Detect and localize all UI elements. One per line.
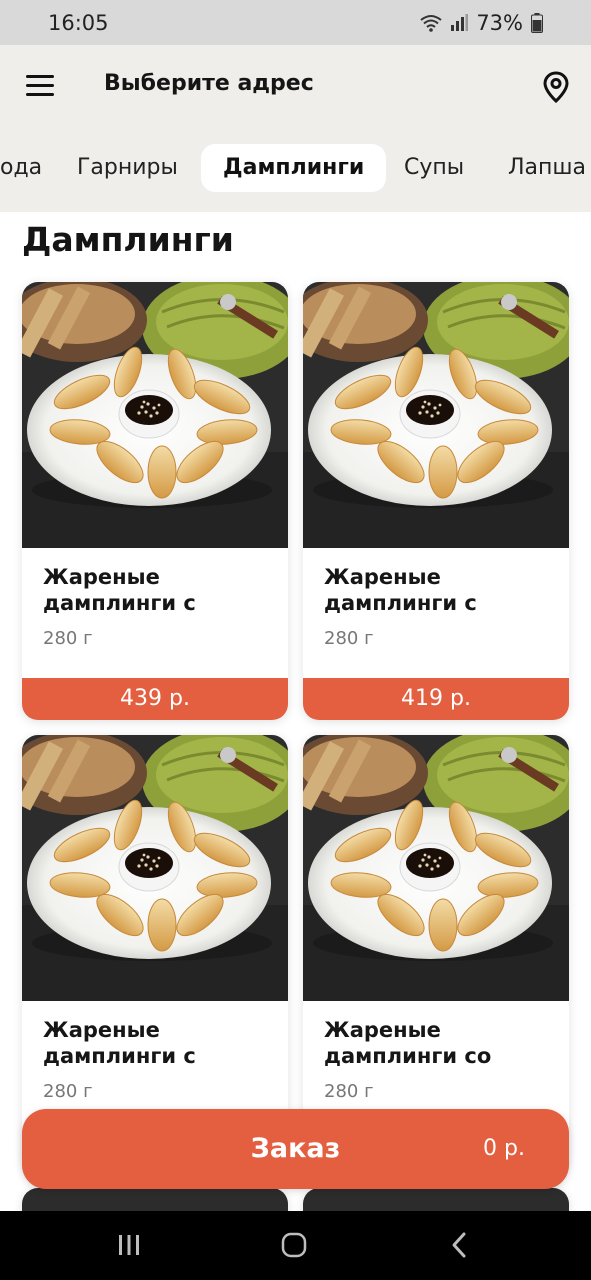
product-card[interactable]: Жареные дамплинги с 280 г 419 р. <box>303 282 569 720</box>
hamburger-icon[interactable] <box>26 75 54 97</box>
back-icon[interactable] <box>448 1231 472 1259</box>
address-selector[interactable]: Выберите адрес <box>104 71 314 96</box>
product-name: Жареные дамплинги с <box>324 565 477 615</box>
wifi-icon <box>420 14 442 32</box>
section-title: Дамплинги <box>22 220 234 259</box>
tab-garnish[interactable]: Гарниры <box>55 144 200 192</box>
product-image <box>22 735 288 1001</box>
product-card[interactable]: Жареные дамплинги с 280 г 439 р. <box>22 282 288 720</box>
tab-noodles[interactable]: Лапша <box>486 144 591 192</box>
product-card[interactable]: Жареные дамплинги со 280 г <box>303 735 569 1173</box>
order-button[interactable]: Заказ 0 р. <box>22 1109 569 1189</box>
recents-icon[interactable] <box>117 1231 141 1259</box>
app-screen: 16:05 73% Выберите адрес ода Гарниры Дам… <box>0 0 591 1280</box>
header-row: Выберите адрес <box>0 45 591 127</box>
product-image <box>303 282 569 548</box>
product-card[interactable]: Жареные дамплинги с 280 г <box>22 735 288 1173</box>
map-pin-icon[interactable] <box>542 71 570 103</box>
tab-soups[interactable]: Супы <box>382 144 486 192</box>
battery-icon <box>531 12 543 33</box>
signal-icon <box>451 13 469 31</box>
status-time: 16:05 <box>48 10 109 35</box>
product-name: Жареные дамплинги со <box>324 1018 492 1068</box>
system-nav-bar <box>0 1211 591 1280</box>
tab-dumplings[interactable]: Дамплинги <box>201 144 387 192</box>
app-header: Выберите адрес ода Гарниры Дамплинги Суп… <box>0 45 591 212</box>
price-button[interactable]: 439 р. <box>22 678 288 720</box>
product-weight: 280 г <box>43 628 93 649</box>
category-tabs: ода Гарниры Дамплинги Супы Лапша <box>0 143 591 193</box>
home-icon[interactable] <box>280 1231 308 1259</box>
product-image <box>303 735 569 1001</box>
product-name: Жареные дамплинги с <box>43 1018 196 1068</box>
status-bar: 16:05 73% <box>0 0 591 45</box>
product-weight: 280 г <box>324 1081 374 1102</box>
product-name: Жареные дамплинги с <box>43 565 196 615</box>
product-image <box>22 282 288 548</box>
product-weight: 280 г <box>43 1081 93 1102</box>
price-button[interactable]: 419 р. <box>303 678 569 720</box>
product-weight: 280 г <box>324 628 374 649</box>
battery-percent: 73% <box>476 10 523 35</box>
order-total: 0 р. <box>483 1136 525 1161</box>
status-icons: 73% <box>420 11 543 35</box>
